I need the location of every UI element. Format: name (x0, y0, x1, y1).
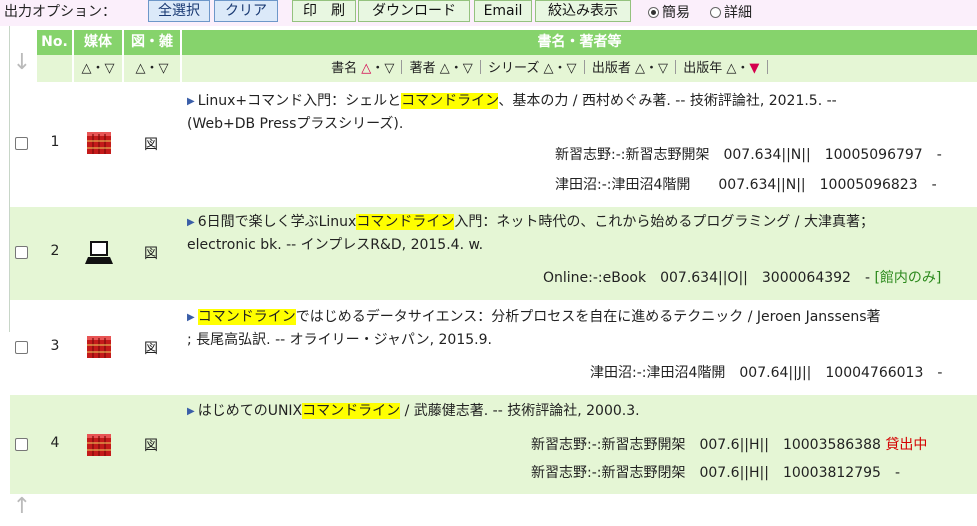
output-options-bar: 出力オプション： 全選択 クリア 印 刷 ダウンロード Email 絞込み表示 … (0, 0, 977, 26)
laptop-icon (85, 241, 113, 264)
sort-media[interactable]: △・▽ (74, 55, 122, 82)
sort-title-dot: ・ (371, 61, 385, 76)
expand-triangle-icon[interactable]: ▶ (187, 312, 195, 323)
title-text-line2: ; 長尾高弘訳. -- オライリー・ジャパン, 2015.9. (187, 332, 492, 348)
title-text: / 武藤健志著. -- 技術評論社, 2000.3. (400, 403, 640, 419)
holding-line: 津田沼:-:津田沼4階開 007.64||J|| 10004766013 - (590, 365, 943, 381)
sort-separator (479, 60, 481, 74)
scroll-down-arrow-icon[interactable]: ↓ (12, 50, 32, 75)
holding-line: 新習志野:-:新習志野開架 007.634||N|| 10005096797 - (555, 147, 942, 163)
clear-button[interactable]: クリア (214, 0, 278, 22)
sort-separator (583, 60, 585, 74)
holding-line: 新習志野:-:新習志野開架 007.6||H|| 10003586388 貸出中 (531, 435, 927, 455)
title-text: ではじめるデータサイエンス：分析プロセスを自在に進めるテクニック / Jeroe… (295, 309, 881, 325)
record-number: 1 (50, 134, 60, 150)
sort-series-label: シリーズ (488, 61, 540, 76)
record-checkbox[interactable] (15, 341, 28, 354)
search-highlight: コマンドライン (356, 214, 455, 230)
checked-out-status: 貸出中 (885, 437, 928, 453)
material-type: 図 (144, 246, 158, 262)
col-no-header: No. (37, 30, 72, 55)
radio-simple-label: 簡易 (662, 5, 690, 21)
sort-series-controls[interactable]: △・▽ (544, 61, 577, 76)
sort-year-asc-icon[interactable]: △ (726, 61, 736, 76)
table-row: 4 図 ▶ はじめてのUNIXコマンドライン / 武藤健志著. -- 技術評論社,… (10, 395, 977, 494)
col-media-header: 媒体 (74, 30, 122, 55)
title-text: 、基本の力 / 西村めぐみ著. -- 技術評論社, 2021.5. -- (498, 93, 837, 109)
record-title[interactable]: ▶ コマンドラインではじめるデータサイエンス：分析プロセスを自在に進めるテクニック… (187, 306, 977, 352)
title-text-line2: electronic bk. -- インプレスR&D, 2015.4. w. (187, 237, 484, 253)
in-library-only-note: [館内のみ] (874, 270, 942, 286)
col-no-sort-cell (37, 55, 72, 82)
sort-publisher-controls[interactable]: △・▽ (635, 61, 668, 76)
title-text: Linux+コマンド入門：シェルと (197, 93, 402, 109)
table-row: 3 図 ▶ コマンドラインではじめるデータサイエンス：分析プロセスを自在に進めるテ… (10, 301, 977, 394)
sort-publisher-label: 出版者 (591, 61, 631, 76)
holding-text: 新習志野:-:新習志野開架 007.6||H|| 10003586388 (531, 437, 881, 453)
display-detail-option[interactable]: 詳細 (710, 2, 752, 22)
book-icon (87, 434, 111, 456)
sort-separator (766, 60, 768, 74)
holding-line: 新習志野:-:新習志野閉架 007.6||H|| 10003812795 - (531, 465, 900, 481)
title-text: はじめてのUNIX (197, 403, 303, 419)
sort-zu[interactable]: △・▽ (124, 55, 180, 82)
title-text: 入門：ネット時代の、これから始めるプログラミング / 大津真著； (454, 214, 874, 230)
record-checkbox[interactable] (15, 246, 28, 259)
sort-title-desc-icon[interactable]: ▽ (384, 61, 394, 76)
material-type: 図 (144, 137, 158, 153)
sort-title-asc-icon[interactable]: △ (361, 61, 371, 76)
record-title[interactable]: ▶ 6日間で楽しく学ぶLinuxコマンドライン入門：ネット時代の、これから始めるプ… (187, 211, 977, 257)
record-number: 4 (50, 435, 60, 451)
print-button[interactable]: 印 刷 (292, 0, 356, 22)
radio-detail[interactable] (710, 7, 721, 18)
sort-year-dot: ・ (736, 61, 750, 76)
sort-title-label: 書名 (331, 61, 358, 76)
holding-text: Online:-:eBook 007.634||O|| 3000064392 - (543, 270, 871, 286)
record-checkbox[interactable] (15, 137, 28, 150)
expand-triangle-icon[interactable]: ▶ (187, 406, 195, 417)
email-button[interactable]: Email (474, 0, 532, 22)
col-title-header: 書名・著者等 (182, 30, 977, 55)
book-icon (87, 132, 111, 154)
record-number: 3 (50, 338, 60, 354)
expand-triangle-icon[interactable]: ▶ (187, 96, 195, 107)
table-row: 2 図 ▶ 6日間で楽しく学ぶLinuxコマンドライン入門：ネット時代の、これから… (10, 207, 977, 300)
sort-author-controls[interactable]: △・▽ (440, 61, 473, 76)
col-zu-header: 図・雑 (124, 30, 180, 55)
holding-line: Online:-:eBook 007.634||O|| 3000064392 -… (543, 268, 941, 288)
display-simple-option[interactable]: 簡易 (648, 2, 690, 22)
download-button[interactable]: ダウンロード (358, 0, 470, 22)
record-checkbox[interactable] (15, 438, 28, 451)
title-text-line2: (Web+DB Pressプラスシリーズ). (187, 116, 404, 132)
record-title[interactable]: ▶ はじめてのUNIXコマンドライン / 武藤健志著. -- 技術評論社, 200… (187, 400, 977, 423)
sort-author-label: 著者 (409, 61, 436, 76)
material-type: 図 (144, 341, 158, 357)
holding-line: 津田沼:-:津田沼4階開 007.634||N|| 10005096823 - (555, 177, 937, 193)
radio-simple-selected[interactable] (648, 7, 659, 18)
sort-year-label: 出版年 (683, 61, 723, 76)
expand-triangle-icon[interactable]: ▶ (187, 217, 195, 228)
search-highlight: コマンドライン (401, 93, 499, 109)
sort-separator (401, 60, 403, 74)
output-options-label: 出力オプション： (4, 4, 116, 20)
table-row: 1 図 ▶ Linux+コマンド入門：シェルとコマンドライン、基本の力 / 西村め… (10, 86, 977, 206)
sort-bar: 書名 △・▽ 著者 △・▽ シリーズ △・▽ 出版者 △・▽ 出版年 △・▼ (182, 55, 977, 82)
select-all-button[interactable]: 全選択 (148, 0, 210, 22)
sort-year-desc-active-icon[interactable]: ▼ (749, 61, 759, 76)
radio-detail-label: 詳細 (724, 5, 752, 21)
scroll-up-arrow-icon[interactable]: ↑ (12, 494, 32, 519)
title-text: 6日間で楽しく学ぶLinux (197, 214, 357, 230)
material-type: 図 (144, 438, 158, 454)
search-highlight: コマンドライン (197, 309, 296, 325)
sort-separator (675, 60, 677, 74)
filter-display-button[interactable]: 絞込み表示 (535, 0, 631, 22)
search-highlight: コマンドライン (302, 403, 401, 419)
book-icon (87, 336, 111, 358)
record-number: 2 (50, 243, 60, 259)
record-title[interactable]: ▶ Linux+コマンド入門：シェルとコマンドライン、基本の力 / 西村めぐみ著.… (187, 90, 977, 136)
